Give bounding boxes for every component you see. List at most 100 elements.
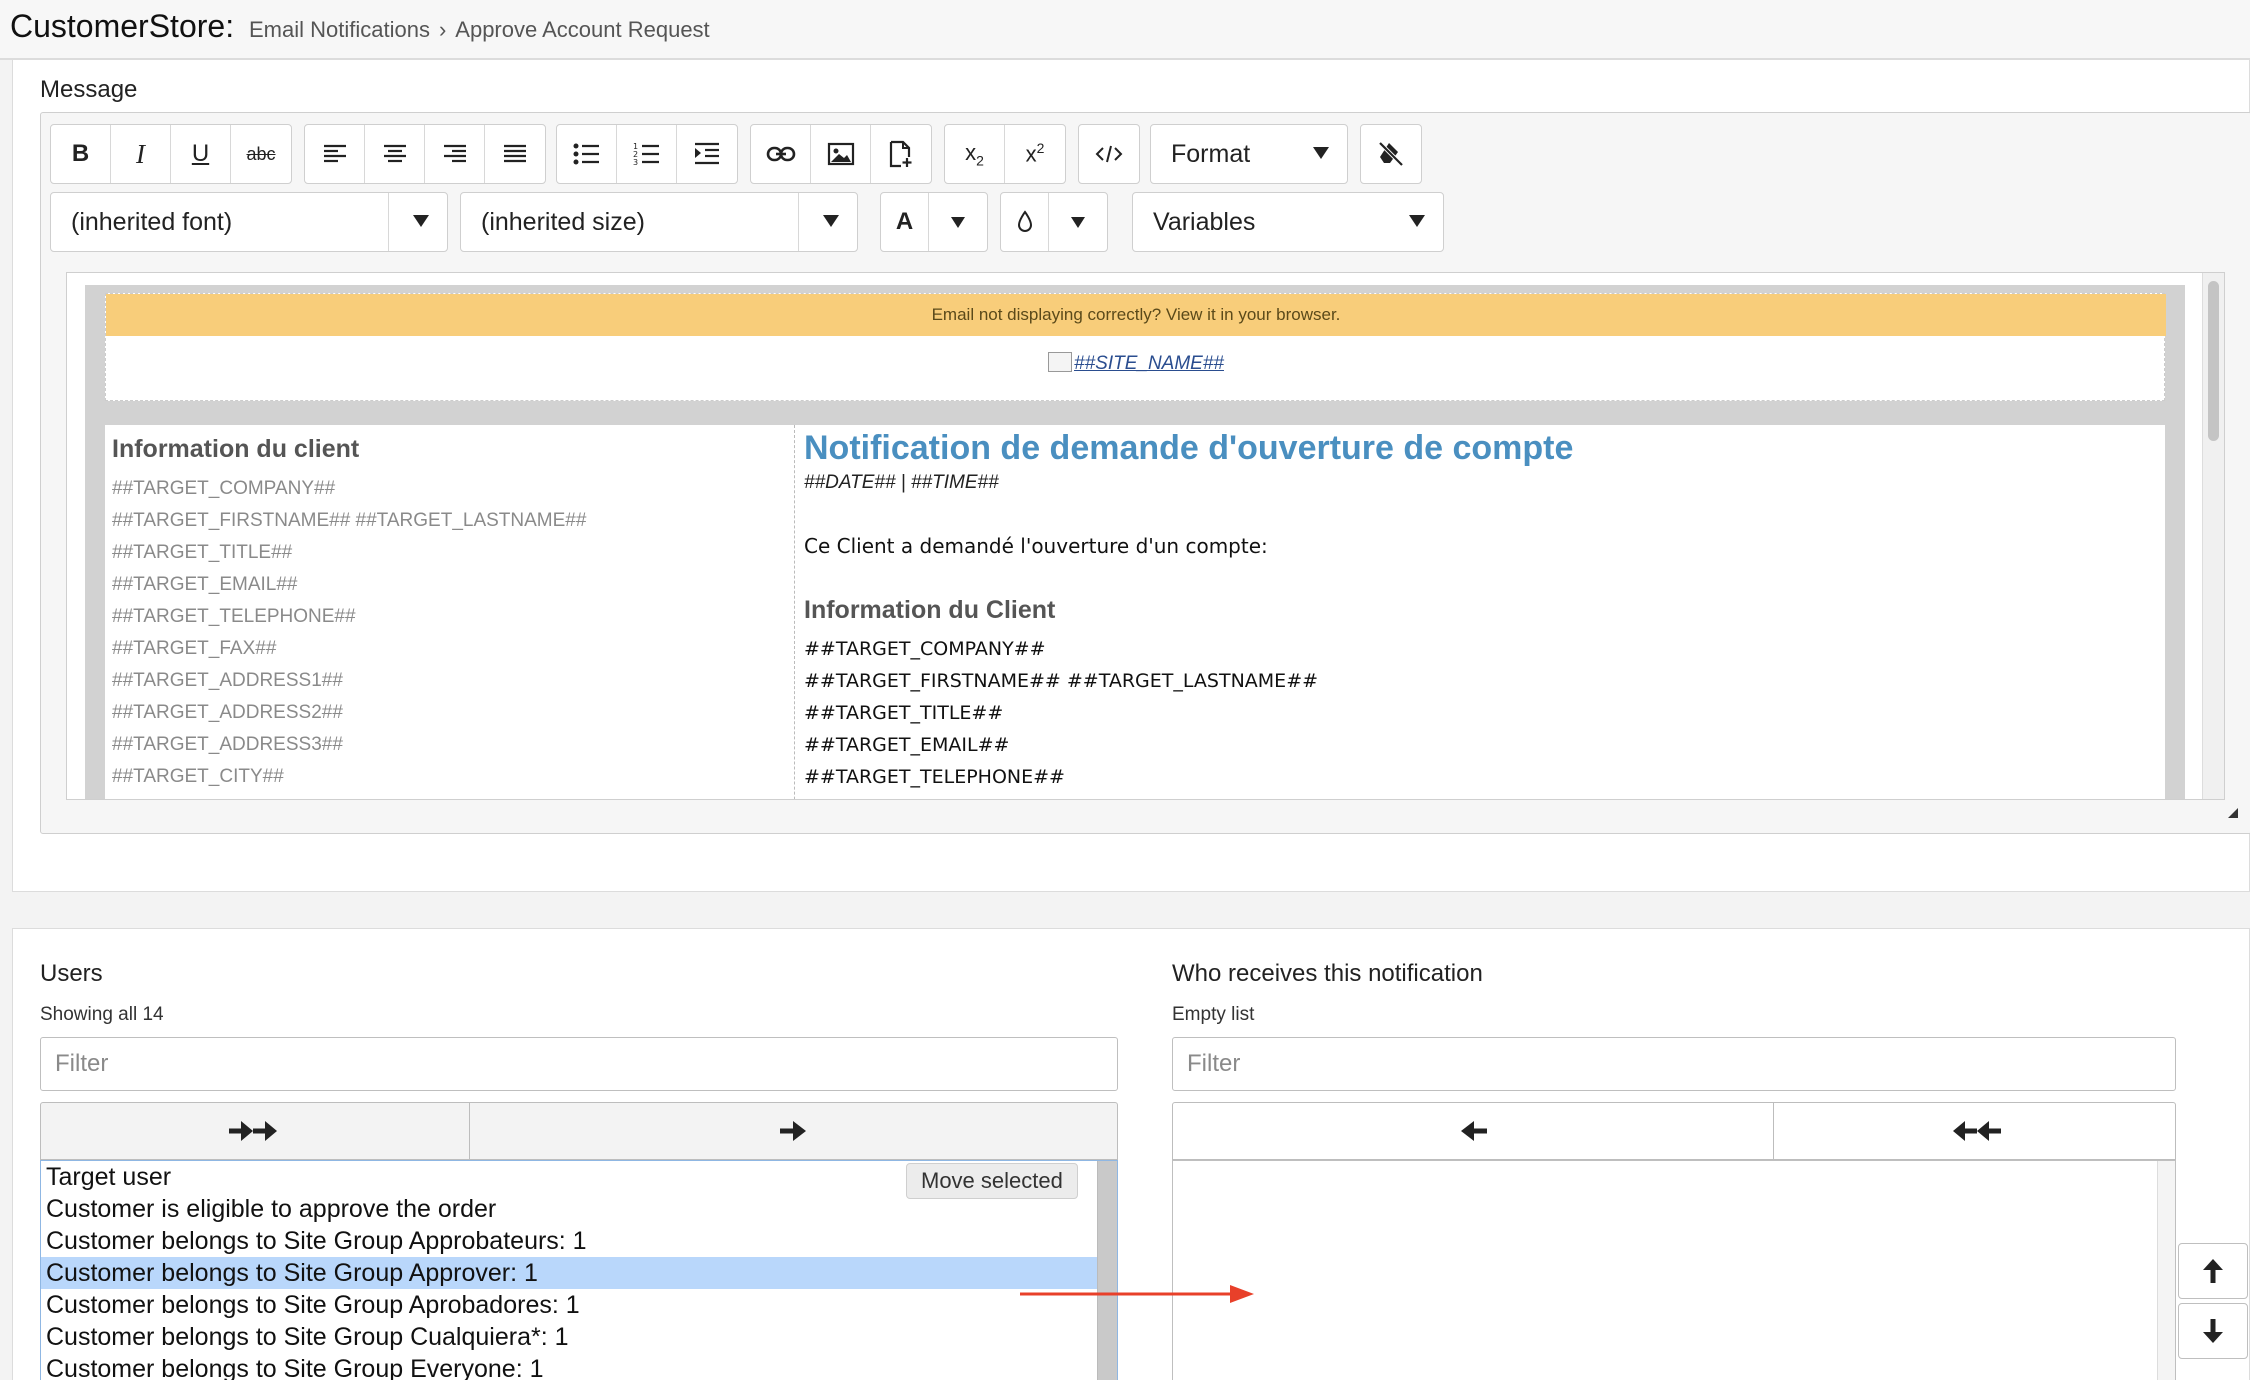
- font-family-value: (inherited font): [71, 207, 233, 236]
- client-info-heading: Information du Client: [804, 596, 1056, 624]
- variables-select[interactable]: Variables: [1132, 192, 1444, 252]
- subscript-icon: x2: [965, 139, 984, 169]
- chevron-right-icon: ›: [438, 17, 447, 42]
- image-button[interactable]: [811, 125, 871, 183]
- font-family-select[interactable]: (inherited font): [50, 192, 448, 252]
- receivers-label: Who receives this notification: [1172, 960, 1483, 987]
- move-down-button[interactable]: [2178, 1303, 2248, 1359]
- select-divider: [798, 193, 799, 251]
- notification-column: Notification de demande d'ouverture de c…: [797, 425, 2165, 799]
- client-detail-lines: ##TARGET_COMPANY## ##TARGET_FIRSTNAME## #…: [804, 633, 2165, 793]
- breadcrumb-item-current: Approve Account Request: [455, 17, 710, 42]
- arrow-up-icon: [2203, 1259, 2223, 1283]
- format-dropdown[interactable]: Format: [1150, 124, 1348, 184]
- users-label: Users: [40, 960, 103, 987]
- code-group: [1078, 124, 1140, 184]
- insert-file-button[interactable]: [871, 125, 931, 183]
- client-detail-line: ##TARGET_TELEPHONE##: [804, 766, 1065, 788]
- move-selected-left-button[interactable]: [1172, 1102, 1774, 1160]
- double-arrow-right-icon: [229, 1121, 277, 1141]
- background-color-button[interactable]: [1001, 193, 1049, 251]
- client-detail-line: ##TARGET_COMPANY##: [804, 638, 1046, 660]
- align-center-button[interactable]: [365, 125, 425, 183]
- users-list-scrollbar[interactable]: [1097, 1161, 1117, 1380]
- align-center-icon: [383, 144, 406, 163]
- italic-button[interactable]: I: [111, 125, 171, 183]
- align-justify-button[interactable]: [485, 125, 545, 183]
- code-icon: [1095, 145, 1123, 163]
- receivers-list-scrollbar[interactable]: [2157, 1161, 2175, 1380]
- italic-icon: I: [136, 138, 145, 169]
- client-placeholder-line: ##TARGET_CITY##: [112, 766, 284, 787]
- list-group: 123: [556, 124, 738, 184]
- user-list-item[interactable]: Customer belongs to Site Group Approbate…: [41, 1225, 1117, 1257]
- site-name-text: ##SITE_NAME##: [1074, 353, 1224, 374]
- editor-content[interactable]: Email not displaying correctly? View it …: [66, 272, 2225, 800]
- align-justify-icon: [504, 144, 526, 163]
- resize-handle-icon[interactable]: [2228, 808, 2238, 818]
- align-right-button[interactable]: [425, 125, 485, 183]
- user-list-item[interactable]: Customer belongs to Site Group Cualquier…: [41, 1321, 1117, 1353]
- users-filter-input[interactable]: [40, 1037, 1118, 1091]
- client-info-lines: ##TARGET_COMPANY## ##TARGET_FIRSTNAME## #…: [112, 473, 794, 793]
- align-left-icon: [323, 144, 346, 163]
- move-all-right-button[interactable]: [40, 1102, 470, 1160]
- date-time-line: ##DATE## | ##TIME##: [804, 472, 999, 493]
- text-color-dropdown-button[interactable]: [929, 193, 987, 251]
- breadcrumb: Email Notifications › Approve Account Requ…: [249, 17, 710, 43]
- client-placeholder-line: ##TARGET_ADDRESS2##: [112, 702, 343, 723]
- move-selected-tooltip: Move selected: [906, 1163, 1078, 1199]
- background-color-dropdown-button[interactable]: [1049, 193, 1107, 251]
- underline-button[interactable]: U: [171, 125, 231, 183]
- align-right-icon: [443, 144, 466, 163]
- arrow-right-icon: [779, 1121, 806, 1141]
- superscript-button[interactable]: x2: [1005, 125, 1065, 183]
- caret-down-icon: [1409, 215, 1425, 227]
- client-placeholder-line: ##TARGET_EMAIL##: [112, 574, 298, 595]
- bold-button[interactable]: B: [51, 125, 111, 183]
- email-template-frame: Email not displaying correctly? View it …: [85, 285, 2185, 799]
- select-divider: [388, 193, 389, 251]
- editor-scrollbar[interactable]: [2202, 273, 2224, 799]
- strikethrough-button[interactable]: abc: [231, 125, 291, 183]
- indent-icon: [695, 142, 719, 165]
- caret-down-icon: [951, 216, 965, 228]
- user-list-item[interactable]: Customer belongs to Site Group Everyone:…: [41, 1353, 1117, 1380]
- move-all-left-button[interactable]: [1774, 1102, 2176, 1160]
- caret-down-icon: [1071, 216, 1085, 228]
- numbered-list-button[interactable]: 123: [617, 125, 677, 183]
- text-color-icon: A: [895, 208, 914, 235]
- client-placeholder-line: ##TARGET_FIRSTNAME## ##TARGET_LASTNAME##: [112, 510, 587, 531]
- clear-formatting-button[interactable]: [1361, 125, 1421, 183]
- receivers-filter-input[interactable]: [1172, 1037, 2176, 1091]
- indent-button[interactable]: [677, 125, 737, 183]
- breadcrumb-item-email-notifications[interactable]: Email Notifications: [249, 17, 430, 42]
- user-list-item[interactable]: Customer belongs to Site Group Approver:…: [41, 1257, 1117, 1289]
- user-list-item[interactable]: Customer belongs to Site Group Aprobador…: [41, 1289, 1117, 1321]
- subscript-button[interactable]: x2: [945, 125, 1005, 183]
- browser-view-banner[interactable]: Email not displaying correctly? View it …: [106, 294, 2166, 336]
- email-header: Email not displaying correctly? View it …: [105, 293, 2166, 401]
- caret-down-icon: [413, 215, 429, 227]
- text-color-button[interactable]: A: [881, 193, 929, 251]
- bullet-list-button[interactable]: [557, 125, 617, 183]
- receivers-listbox[interactable]: [1172, 1160, 2176, 1380]
- move-selected-right-button[interactable]: [470, 1102, 1118, 1160]
- client-detail-line: ##TARGET_FIRSTNAME## ##TARGET_LASTNAME##: [804, 670, 1319, 692]
- scrollbar-thumb[interactable]: [2208, 281, 2219, 441]
- font-size-select[interactable]: (inherited size): [460, 192, 858, 252]
- numbered-list-icon: 123: [633, 142, 659, 167]
- site-logo-link[interactable]: ##SITE_NAME##: [106, 352, 2166, 375]
- code-view-button[interactable]: [1079, 125, 1139, 183]
- link-button[interactable]: [751, 125, 811, 183]
- script-group: x2 x2: [944, 124, 1066, 184]
- users-count: Showing all 14: [40, 1004, 164, 1025]
- annotation-arrow-icon: [1020, 1285, 1254, 1303]
- font-size-value: (inherited size): [481, 207, 645, 236]
- align-left-button[interactable]: [305, 125, 365, 183]
- client-placeholder-line: ##TARGET_FAX##: [112, 638, 277, 659]
- alignment-group: [304, 124, 546, 184]
- image-icon: [827, 142, 854, 166]
- move-up-button[interactable]: [2178, 1243, 2248, 1299]
- background-color-icon: [1017, 210, 1032, 232]
